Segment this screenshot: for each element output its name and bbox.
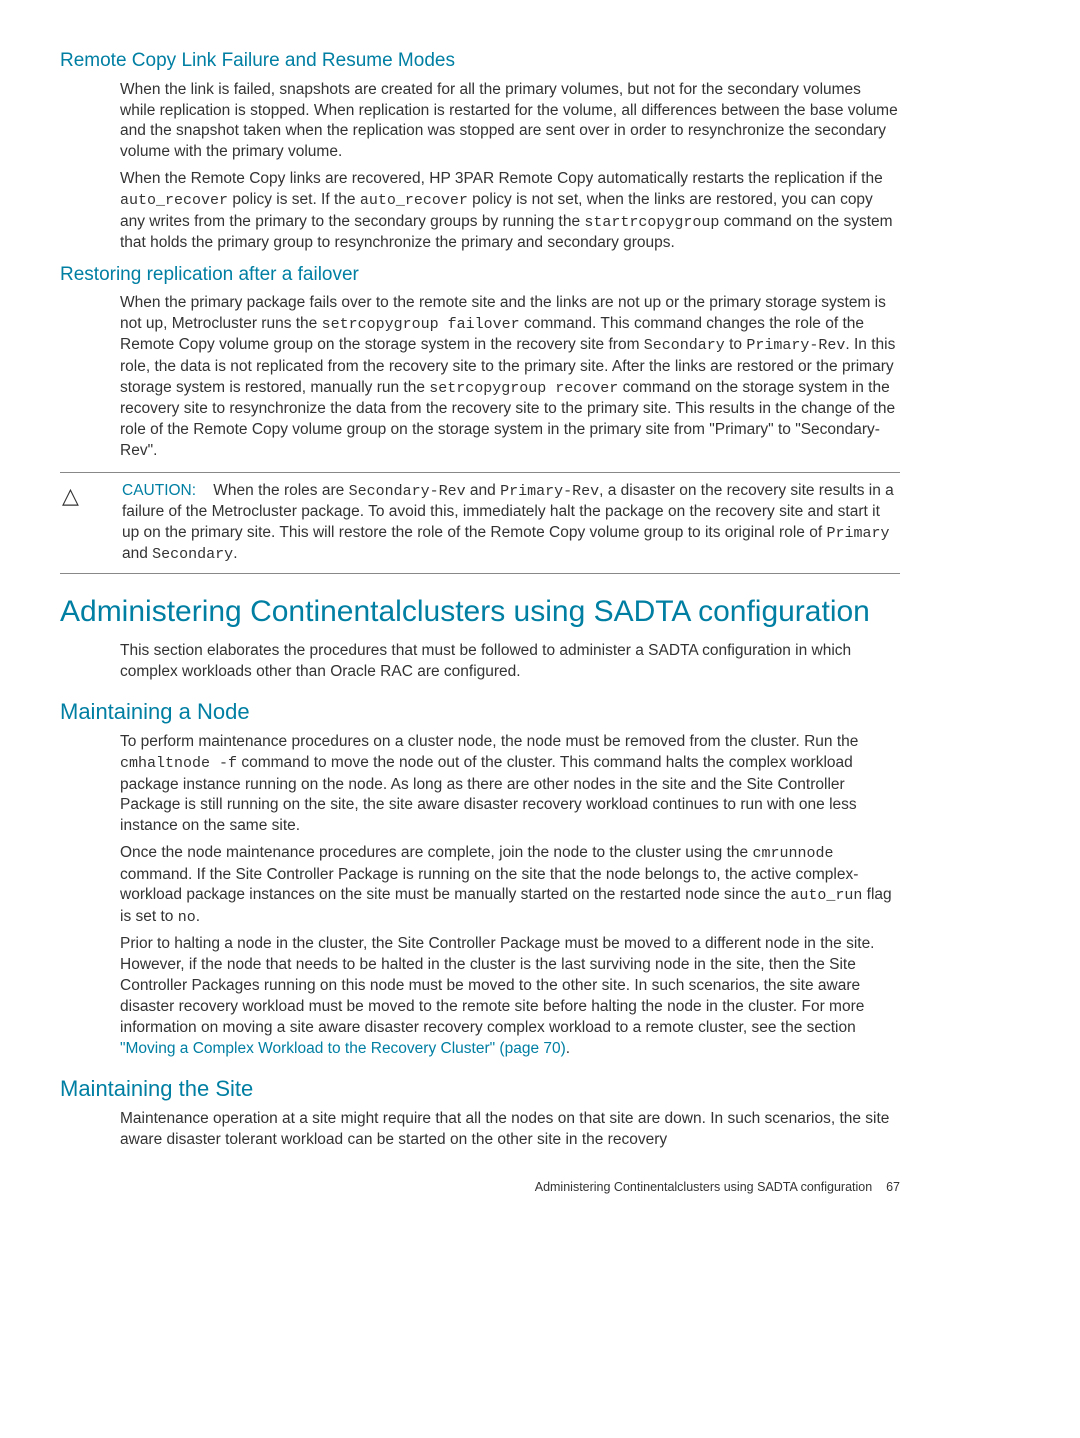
page-footer: Administering Continentalclusters using … <box>60 1179 900 1196</box>
code: Secondary <box>152 546 233 563</box>
page-number: 67 <box>886 1180 900 1194</box>
paragraph: When the link is failed, snapshots are c… <box>120 80 900 164</box>
code: setrcopygroup recover <box>429 380 618 397</box>
code: Primary-Rev <box>746 337 845 354</box>
code: Secondary-Rev <box>349 483 466 500</box>
section-body: This section elaborates the procedures t… <box>120 641 900 683</box>
paragraph: To perform maintenance procedures on a c… <box>120 732 900 837</box>
section-body: When the link is failed, snapshots are c… <box>120 80 900 254</box>
cross-reference-link[interactable]: "Moving a Complex Workload to the Recove… <box>120 1040 566 1057</box>
code: auto_run <box>790 887 862 904</box>
paragraph: When the primary package fails over to t… <box>120 293 900 461</box>
code: setrcopygroup failover <box>322 316 520 333</box>
code: cmrunnode <box>752 845 833 862</box>
paragraph: When the Remote Copy links are recovered… <box>120 169 900 253</box>
section-heading-maintaining-node: Maintaining a Node <box>60 697 900 727</box>
code: auto_recover <box>120 192 228 209</box>
paragraph: Maintenance operation at a site might re… <box>120 1109 900 1151</box>
caution-label: CAUTION: <box>122 482 196 499</box>
section-body: To perform maintenance procedures on a c… <box>120 732 900 1059</box>
code: Secondary <box>644 337 725 354</box>
paragraph: Prior to halting a node in the cluster, … <box>120 934 900 1060</box>
section-heading-remote-copy: Remote Copy Link Failure and Resume Mode… <box>60 48 900 74</box>
code: cmhaltnode -f <box>120 755 237 772</box>
section-body: When the primary package fails over to t… <box>120 293 900 461</box>
section-heading-administering: Administering Continentalclusters using … <box>60 592 900 633</box>
code: startrcopygroup <box>584 214 719 231</box>
section-body: Maintenance operation at a site might re… <box>120 1109 900 1151</box>
caution-block: △ CAUTION: When the roles are Secondary-… <box>60 472 900 575</box>
caution-body: CAUTION: When the roles are Secondary-Re… <box>122 481 900 566</box>
paragraph: This section elaborates the procedures t… <box>120 641 900 683</box>
section-heading-restoring: Restoring replication after a failover <box>60 262 900 288</box>
paragraph: Once the node maintenance procedures are… <box>120 843 900 928</box>
code: Primary-Rev <box>500 483 599 500</box>
code: no <box>178 909 196 926</box>
code: Primary <box>826 525 889 542</box>
code: auto_recover <box>360 192 468 209</box>
footer-section-title: Administering Continentalclusters using … <box>535 1180 872 1194</box>
caution-icon: △ <box>60 481 96 566</box>
section-heading-maintaining-site: Maintaining the Site <box>60 1074 900 1104</box>
